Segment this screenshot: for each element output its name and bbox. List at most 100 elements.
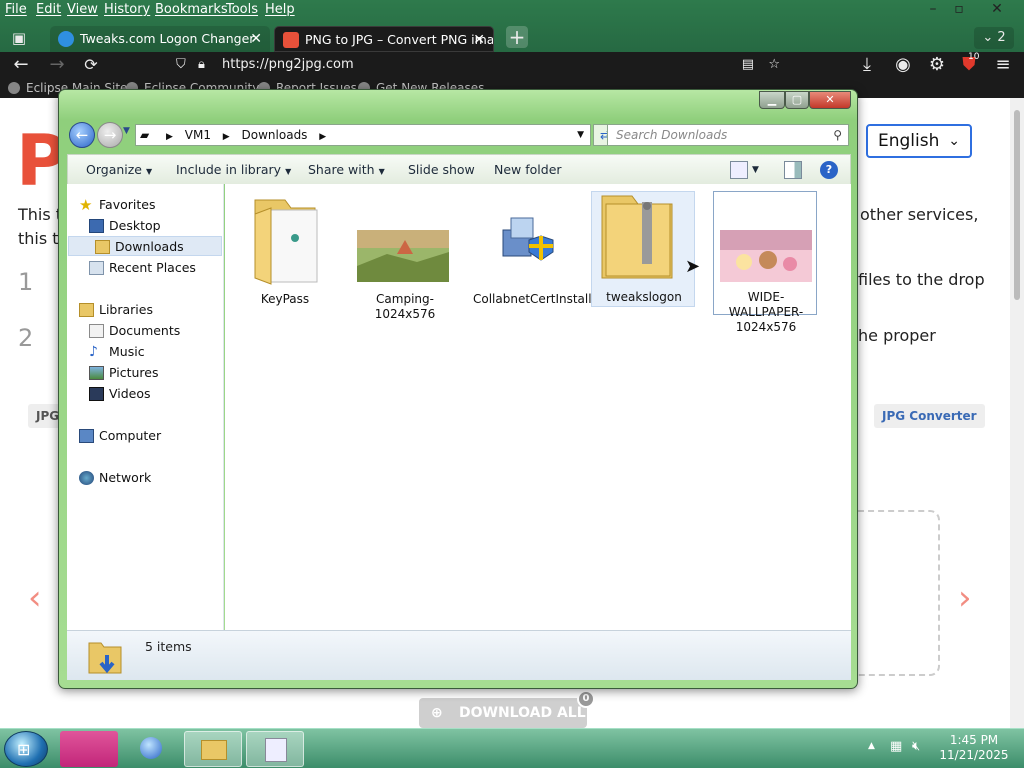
slide-show-button[interactable]: Slide show — [408, 155, 475, 185]
menu-history[interactable]: History — [104, 2, 150, 17]
maximize-button[interactable]: ▢ — [785, 91, 809, 109]
file-name: KeyPass — [260, 292, 310, 306]
url-text: https://png2jpg.com — [222, 57, 354, 72]
app-menu-icon[interactable]: ≡ — [992, 54, 1014, 76]
organize-menu[interactable]: Organize ▼ — [86, 155, 152, 185]
prev-arrow-icon[interactable]: ‹ — [28, 578, 42, 618]
close-window-button[interactable]: ✕ — [986, 2, 1008, 16]
file-item-collabnet[interactable]: CollabnetCertInstaller — [473, 194, 604, 310]
step-number: 2 — [18, 324, 34, 352]
scrollbar-thumb[interactable] — [1014, 110, 1020, 300]
menu-view[interactable]: View — [67, 2, 98, 17]
page-scrollbar[interactable] — [1010, 98, 1024, 728]
new-folder-button[interactable]: New folder — [494, 155, 562, 185]
breadcrumb-downloads[interactable]: Downloads — [242, 128, 308, 142]
tab-tweaks[interactable]: Tweaks.com Logon Changer ✕ — [50, 26, 270, 52]
nav-documents[interactable]: Documents — [89, 321, 180, 341]
forward-arrow-icon[interactable]: → — [46, 54, 68, 76]
step-text: files to the drop — [858, 270, 985, 289]
search-icon: ⚲ — [833, 128, 842, 142]
change-view-icon[interactable] — [730, 161, 748, 179]
close-button[interactable]: ✕ — [809, 91, 851, 109]
nav-label: Downloads — [115, 239, 184, 254]
minimize-button[interactable]: ▁ — [759, 91, 785, 109]
nav-libraries[interactable]: Libraries — [79, 300, 153, 320]
installer-icon — [502, 217, 554, 261]
share-label: Share with — [308, 162, 375, 177]
include-in-library-menu[interactable]: Include in library ▼ — [176, 155, 291, 185]
tab-png2jpg[interactable]: PNG to JPG – Convert PNG imag ✕ — [274, 26, 494, 52]
url-bar[interactable]: ⛉ 🔒︎ https://png2jpg.com ▤ ☆ — [172, 54, 792, 76]
address-bar[interactable]: ▰ ▶ VM1 ▶ Downloads ▶ ▼ — [135, 124, 591, 146]
computer-icon — [79, 429, 94, 443]
forward-button-icon[interactable]: → — [97, 122, 123, 148]
menu-edit[interactable]: Edit — [36, 2, 61, 17]
nav-favorites[interactable]: ★ Favorites — [79, 195, 155, 215]
language-select[interactable]: English ⌄ — [866, 124, 972, 158]
nav-desktop[interactable]: Desktop — [89, 216, 161, 236]
file-item-wide-wallpaper[interactable]: WIDE-WALLPAPER-1024x576 — [713, 191, 817, 334]
new-tab-button[interactable]: + — [506, 26, 528, 48]
minimize-window-button[interactable]: – — [922, 2, 944, 16]
organize-label: Organize — [86, 162, 142, 177]
reader-view-icon[interactable]: ▤ — [742, 54, 754, 76]
taskbar-app-globe[interactable] — [122, 731, 180, 767]
maximize-window-button[interactable]: ▫ — [948, 2, 970, 16]
account-icon[interactable]: ◉ — [892, 54, 914, 76]
back-button-icon[interactable]: ← — [69, 122, 95, 148]
network-icon[interactable]: ▦ — [890, 739, 902, 754]
drop-zone[interactable] — [858, 510, 940, 676]
share-with-menu[interactable]: Share with ▼ — [308, 155, 385, 185]
bookmark-star-icon[interactable]: ☆ — [768, 54, 780, 76]
reload-icon[interactable]: ⟳ — [80, 54, 102, 76]
nav-recent-places[interactable]: Recent Places — [89, 258, 196, 278]
nav-music[interactable]: ♪ Music — [89, 342, 145, 362]
show-hidden-icons-icon[interactable]: ▲ — [868, 741, 875, 751]
clock[interactable]: 1:45 PM 11/21/2025 — [934, 733, 1014, 763]
menu-help[interactable]: Help — [265, 2, 295, 17]
recent-pages-icon[interactable]: ▼ — [123, 126, 130, 136]
nav-computer[interactable]: Computer — [79, 426, 161, 446]
menu-bar: File Edit View History Bookmarks Tools H… — [0, 0, 1024, 20]
search-input[interactable]: Search Downloads ⚲ — [607, 124, 849, 146]
address-dropdown-icon[interactable]: ▼ — [577, 125, 584, 145]
start-button[interactable]: ⊞ — [4, 731, 48, 767]
view-options-dropdown-icon[interactable]: ▼ — [752, 155, 759, 185]
navigation-pane: ★ Favorites Desktop Downloads Recent Plac… — [67, 184, 224, 630]
shield-icon[interactable]: ⛉ — [176, 54, 186, 76]
next-arrow-icon[interactable]: › — [958, 578, 972, 618]
menu-bookmarks[interactable]: Bookmarks — [155, 2, 228, 17]
file-item-tweakslogon[interactable]: tweakslogon — [591, 191, 695, 307]
tab-strip: ▣ Tweaks.com Logon Changer ✕ PNG to JPG … — [0, 24, 1024, 52]
breadcrumb-vm1[interactable]: VM1 — [185, 128, 211, 142]
help-icon[interactable]: ? — [820, 161, 838, 179]
taskbar-app-explorer[interactable] — [184, 731, 242, 767]
download-all-button[interactable]: ⊕ DOWNLOAD ALL 0 — [419, 690, 595, 728]
taskbar-app-installer[interactable] — [246, 731, 304, 767]
nav-downloads[interactable]: Downloads — [68, 236, 222, 256]
downloads-icon[interactable]: ⤓ — [856, 54, 878, 76]
include-label: Include in library — [176, 162, 282, 177]
extensions-icon[interactable]: ⚙ — [926, 54, 948, 76]
preview-pane-icon[interactable] — [784, 161, 802, 179]
volume-muted-icon[interactable]: 🔇︎ — [912, 739, 920, 754]
back-arrow-icon[interactable]: ← — [10, 54, 32, 76]
file-item-keypass[interactable]: KeyPass — [233, 194, 337, 310]
tab-pill-jpg-converter[interactable]: JPG Converter — [874, 404, 985, 428]
close-tab-icon[interactable]: ✕ — [250, 26, 262, 52]
file-item-camping[interactable]: Camping-1024x576 — [353, 194, 457, 321]
windows-logo-icon: ⊞ — [17, 740, 31, 759]
nav-label: Libraries — [99, 302, 153, 317]
gear-icon — [265, 738, 287, 762]
nav-pictures[interactable]: Pictures — [89, 363, 159, 383]
nav-network[interactable]: Network — [79, 468, 151, 488]
lock-icon[interactable]: 🔒︎ — [198, 54, 205, 76]
png2jpg-favicon-icon — [283, 32, 299, 48]
nav-videos[interactable]: Videos — [89, 384, 151, 404]
taskbar-app-pink[interactable] — [60, 731, 118, 767]
close-tab-icon[interactable]: ✕ — [473, 27, 485, 51]
menu-tools[interactable]: Tools — [226, 2, 258, 17]
menu-file[interactable]: File — [5, 2, 27, 17]
list-all-tabs-button[interactable]: ⌄ 2 — [974, 27, 1014, 49]
tab-manager-icon[interactable]: ▣ — [8, 27, 30, 49]
